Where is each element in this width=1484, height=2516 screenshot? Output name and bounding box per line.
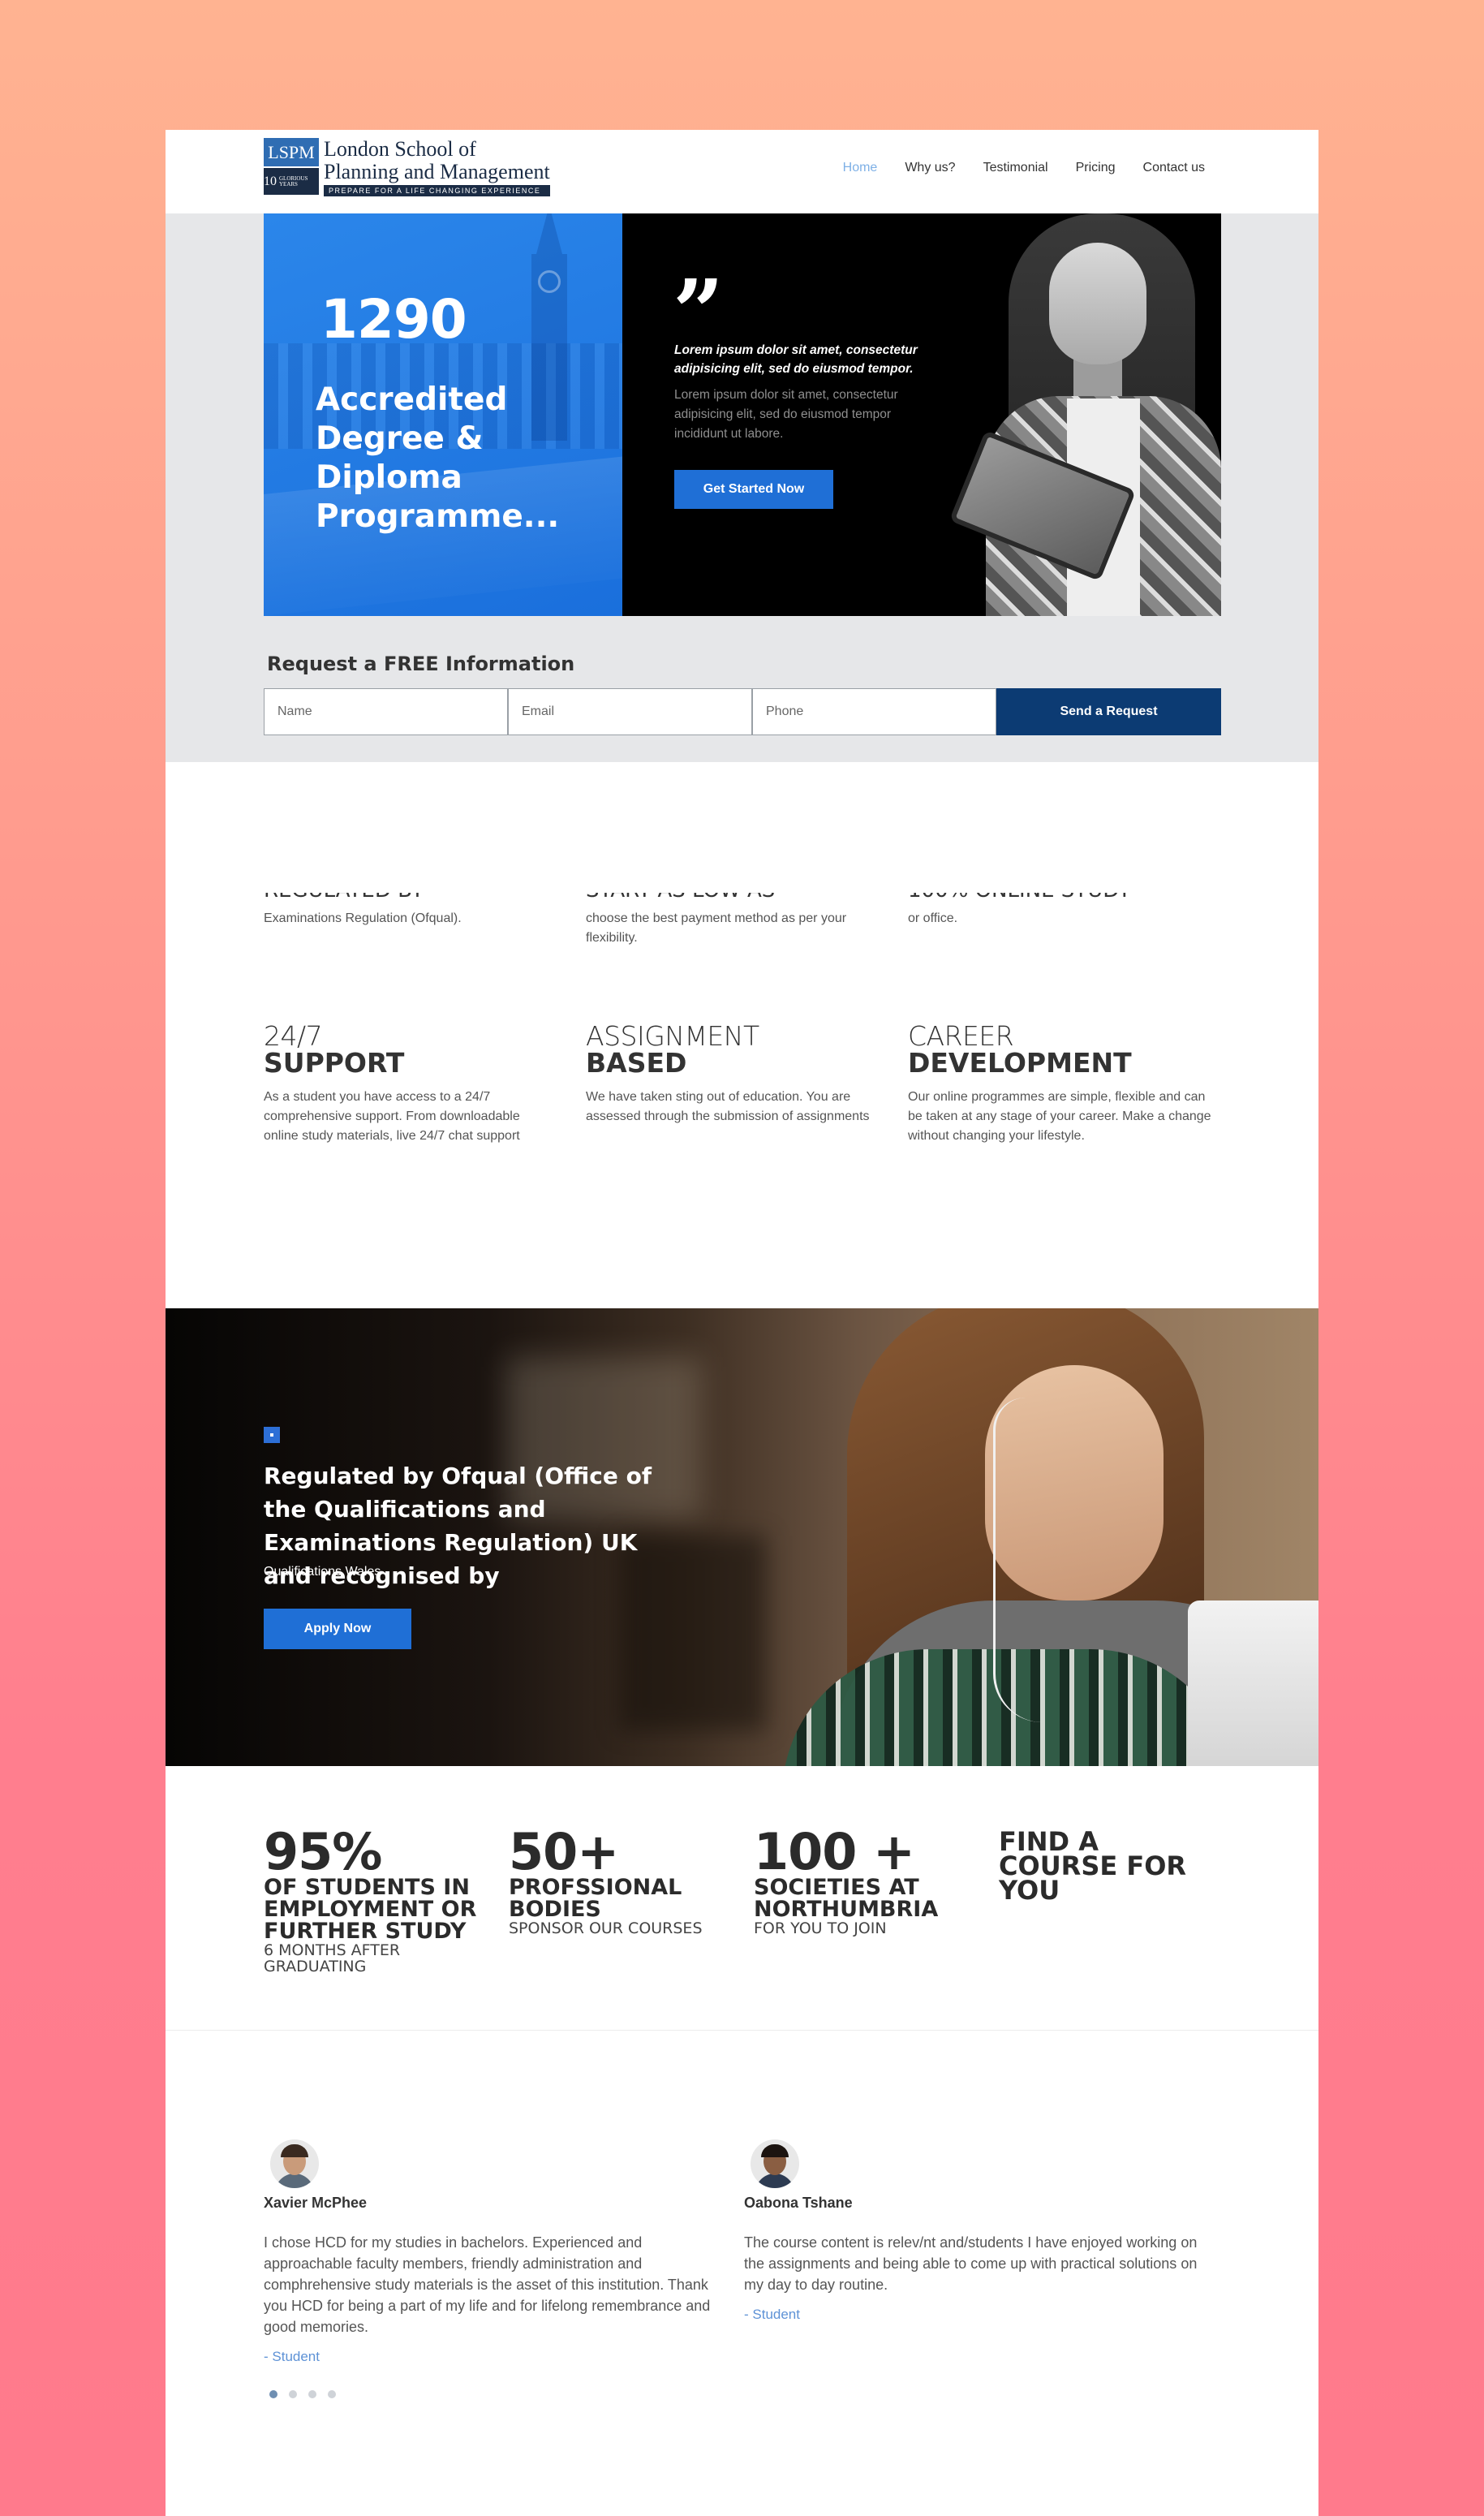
feature-top-3-heading: 100% ONLINE STUDY: [908, 893, 1216, 909]
banner-subtitle: Qualifications Wales: [264, 1565, 381, 1579]
logo-name-line2: Planning and Management: [324, 160, 550, 183]
carousel-dot-3[interactable]: [308, 2390, 316, 2398]
feature-support-line2: SUPPORT: [264, 1047, 405, 1079]
nav-item-home[interactable]: Home: [843, 161, 878, 175]
testimonial-1-role: - Student: [264, 2349, 320, 2364]
carousel-pagination: [269, 2390, 336, 2398]
feature-assignment-text: We have taken sting out of education. Yo…: [586, 1090, 870, 1123]
hero-student-photo: [948, 213, 1221, 616]
avatar-hair: [281, 2144, 308, 2157]
find-course-link[interactable]: FIND A COURSE FOR YOU: [999, 1826, 1210, 1906]
stat-societies-label: SOCIETIES AT NORTHUMBRIA: [754, 1875, 939, 1922]
site-logo[interactable]: LSPM 10 GLORIOUS YEARS London School of …: [264, 138, 550, 196]
feature-assignment: ASSIGNMENT BASED We have taken sting out…: [586, 1023, 902, 1127]
photo-face: [1049, 243, 1146, 364]
feature-career-text: Our online programmes are simple, flexib…: [908, 1090, 1211, 1143]
stat-bodies: 50+ PROFSSIONAL BODIES SPONSOR OUR COURS…: [509, 1822, 744, 1937]
stat-bodies-label: PROFSSIONAL BODIES: [509, 1875, 682, 1922]
page: LSPM 10 GLORIOUS YEARS London School of …: [166, 130, 1318, 2516]
feature-top-3-text: or office.: [908, 911, 958, 925]
site-header: LSPM 10 GLORIOUS YEARS London School of …: [166, 130, 1318, 213]
banner-marker-icon: [264, 1427, 280, 1443]
clock-icon: [538, 270, 561, 293]
stat-societies: 100 + SOCIETIES AT NORTHUMBRIA FOR YOU T…: [754, 1822, 989, 1937]
stat-societies-note: FOR YOU TO JOIN: [754, 1919, 887, 1937]
avatar-hair: [761, 2144, 789, 2157]
logo-wordmark: London School of Planning and Management…: [324, 138, 550, 196]
phone-input[interactable]: [752, 688, 996, 735]
nav-item-testimonial[interactable]: Testimonial: [983, 161, 1048, 175]
hero-quote-panel: ” Lorem ipsum dolor sit amet, consectetu…: [622, 213, 1221, 616]
hero-quote-body: Lorem ipsum dolor sit amet, consectetur …: [674, 388, 898, 441]
laptop-image: [1188, 1601, 1318, 1766]
feature-top-2-heading: START AS LOW AS: [586, 893, 894, 909]
nav-item-why-us[interactable]: Why us?: [905, 161, 955, 175]
logo-badge: LSPM 10 GLORIOUS YEARS: [264, 138, 319, 195]
apply-now-button[interactable]: Apply Now: [264, 1609, 411, 1649]
carousel-dot-1[interactable]: [269, 2390, 277, 2398]
carousel-dot-2[interactable]: [289, 2390, 297, 2398]
logo-years-number: 10: [264, 174, 277, 188]
feature-support-line1: 24/7: [264, 1020, 323, 1052]
hero-number: 1290: [320, 288, 467, 351]
nav-item-contact-us[interactable]: Contact us: [1143, 161, 1205, 175]
feature-career: CAREER DEVELOPMENT Our online programmes…: [908, 1023, 1224, 1146]
feature-support-text: As a student you have access to a 24/7 c…: [264, 1090, 520, 1143]
request-form: Send a Request: [264, 688, 1221, 735]
testimonial-1-text: I chose HCD for my studies in bachelors.…: [264, 2234, 711, 2335]
logo-name-line1: London School of: [324, 137, 476, 161]
feature-top-1-text: Examinations Regulation (Ofqual).: [264, 911, 462, 925]
email-input[interactable]: [508, 688, 752, 735]
feature-top-2-text: choose the best payment method as per yo…: [586, 911, 847, 945]
stat-employment: 95% OF STUDENTS IN EMPLOYMENT OR FURTHER…: [264, 1822, 499, 1975]
stat-societies-value: 100 +: [754, 1822, 915, 1881]
ofqual-banner: Regulated by Ofqual (Office of the Quali…: [166, 1308, 1318, 1766]
avatar-body: [755, 2173, 794, 2188]
stat-employment-label: OF STUDENTS IN EMPLOYMENT OR FURTHER STU…: [264, 1875, 477, 1944]
earphone-wire: [993, 1398, 1042, 1722]
hero-subtitle: Accredited Degree & Diploma Programme...: [316, 381, 560, 535]
avatar-body: [275, 2173, 314, 2188]
feature-career-line2: DEVELOPMENT: [908, 1047, 1132, 1079]
stat-employment-value: 95%: [264, 1822, 382, 1881]
name-input[interactable]: [264, 688, 508, 735]
avatar: [751, 2139, 799, 2188]
nav-item-pricing[interactable]: Pricing: [1076, 161, 1116, 175]
feature-assignment-line2: BASED: [586, 1047, 687, 1079]
feature-assignment-line1: ASSIGNMENT: [586, 1020, 759, 1052]
find-course-label: FIND A COURSE FOR YOU: [999, 1826, 1187, 1906]
hero-quote-lead: Lorem ipsum dolor sit amet, consectetur …: [674, 343, 918, 376]
get-started-button[interactable]: Get Started Now: [674, 470, 833, 509]
testimonial-1-name: Xavier McPhee: [264, 2195, 368, 2211]
testimonial-2-role: - Student: [744, 2307, 800, 2322]
feature-career-line1: CAREER: [908, 1020, 1014, 1052]
section-divider: [166, 2030, 1318, 2031]
stat-employment-note: 6 MONTHS AFTER GRADUATING: [264, 1941, 401, 1975]
feature-top-1-heading: REGULATED BY: [264, 893, 572, 909]
testimonial-2-name: Oabona Tshane: [744, 2195, 853, 2211]
feature-support: 24/7 SUPPORT As a student you have acces…: [264, 1023, 580, 1146]
main-nav: Home Why us? Testimonial Pricing Contact…: [843, 161, 1205, 175]
send-request-button[interactable]: Send a Request: [996, 688, 1221, 735]
logo-years-text: GLORIOUS YEARS: [279, 174, 308, 187]
hero-stat-panel: 1290 Accredited Degree & Diploma Program…: [264, 213, 622, 616]
carousel-dot-4[interactable]: [328, 2390, 336, 2398]
logo-badge-initials: LSPM: [264, 138, 319, 166]
logo-tagline: PREPARE FOR A LIFE CHANGING EXPERIENCE: [324, 185, 550, 196]
avatar: [270, 2139, 319, 2188]
request-form-title: Request a FREE Information: [267, 653, 575, 675]
stat-bodies-value: 50+: [509, 1822, 619, 1881]
stat-bodies-note: SPONSOR OUR COURSES: [509, 1919, 703, 1937]
logo-badge-years: 10 GLORIOUS YEARS: [264, 168, 319, 195]
testimonial-2-text: The course content is relev/nt and/stude…: [744, 2234, 1198, 2293]
